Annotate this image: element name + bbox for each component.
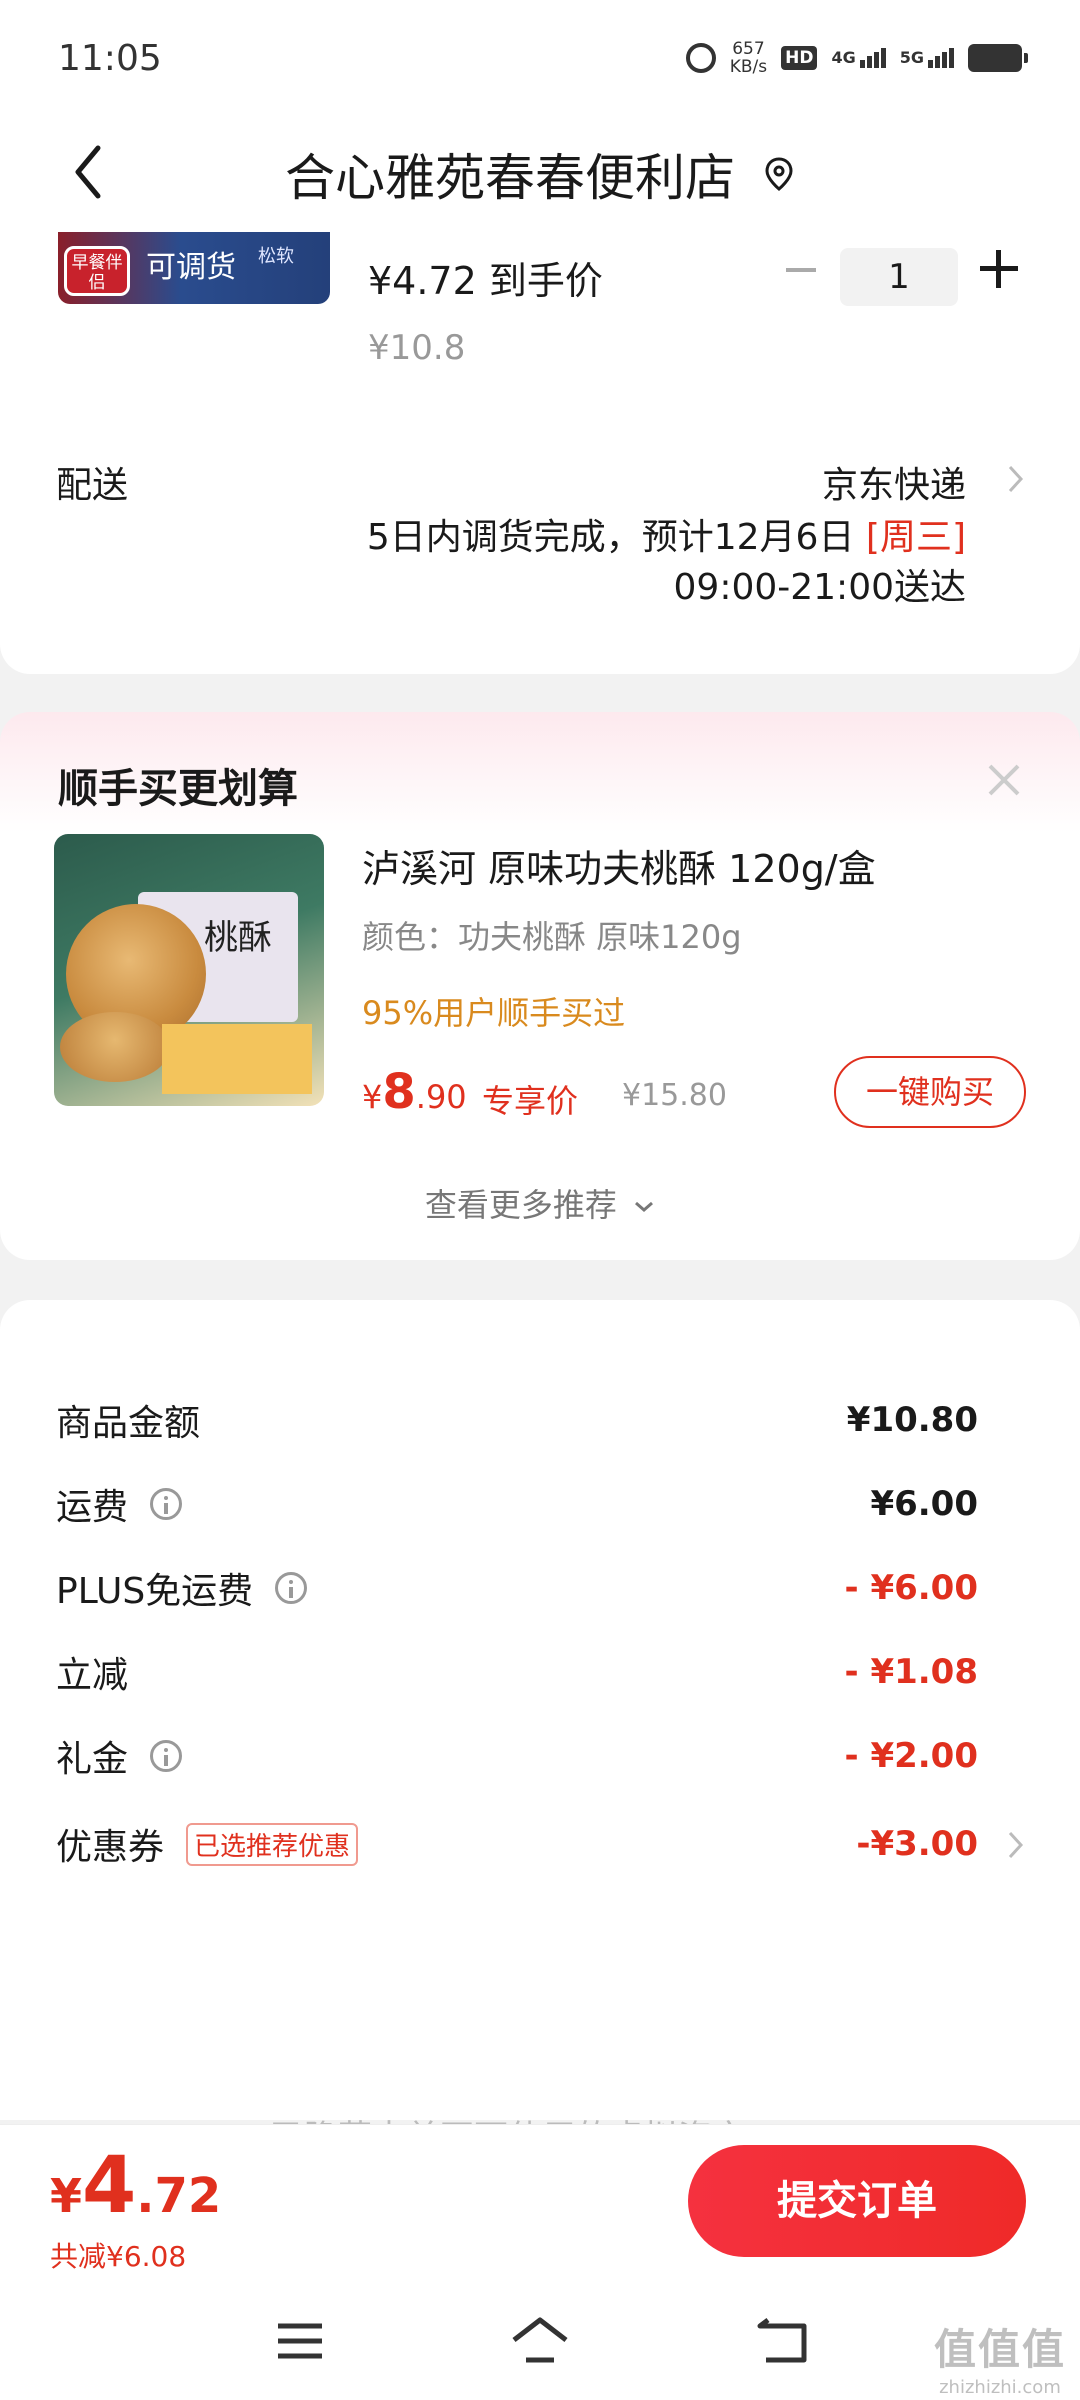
recommended-product-variant: 颜色：功夫桃酥 原味120g [362, 918, 742, 956]
summary-value: - ¥6.00 [844, 1568, 979, 1608]
chevron-right-icon[interactable] [1006, 1830, 1024, 1860]
summary-label: 立减 [56, 1655, 129, 1696]
recommendation-card: 顺手买更划算 桃酥 泸溪河 原味功夫桃酥 120g/盒 颜色：功夫桃酥 原味12… [0, 712, 1080, 1260]
quantity-field[interactable]: 1 [840, 248, 958, 306]
recommended-product-price: ¥8.90 [362, 1064, 467, 1120]
total-saved: 共减¥6.08 [50, 2240, 187, 2273]
speed-value: 657 [732, 39, 765, 59]
total-price: ¥4.72 [50, 2141, 221, 2231]
recommended-product-promo: 95%用户顺手买过 [362, 994, 626, 1032]
coupon-tag: 已选推荐优惠 [186, 1822, 359, 1866]
battery-icon [968, 44, 1028, 72]
decrease-quantity-button[interactable] [780, 248, 822, 290]
store-name: 合心雅苑春春便利店 [285, 149, 735, 207]
chevron-down-icon [635, 1201, 654, 1212]
delivery-weekday: [周三] [865, 517, 966, 558]
summary-row-plus-shipping: PLUS免运费 - ¥6.00 [56, 1558, 978, 1618]
system-nav-bar [0, 2284, 1080, 2400]
summary-row-coupon[interactable]: 优惠券 已选推荐优惠 -¥3.00 [56, 1814, 978, 1874]
more-recommendations-label: 查看更多推荐 [424, 1186, 617, 1224]
home-icon[interactable] [510, 2316, 570, 2366]
status-time: 11:05 [58, 38, 162, 79]
product-thumbnail[interactable]: 早餐伴侣 可调货 松软 [58, 232, 330, 304]
summary-label: 优惠券 [56, 1827, 165, 1868]
recommendation-title: 顺手买更划算 [58, 766, 298, 812]
price-decimal: .90 [415, 1078, 467, 1116]
status-icons: 657 KB/s HD 4G 5G [685, 40, 1028, 76]
summary-value: - ¥2.00 [844, 1736, 979, 1776]
hd-icon: HD [781, 46, 818, 70]
close-icon[interactable] [984, 760, 1024, 800]
info-icon[interactable] [150, 1740, 183, 1772]
info-icon[interactable] [275, 1572, 308, 1604]
net-4g-label: 4G [831, 48, 856, 67]
price-integer: 8 [382, 1064, 416, 1120]
box-text: 桃酥 [204, 918, 272, 958]
member-price-label: 专享价 [482, 1082, 579, 1120]
summary-row-subtotal: 商品金额 ¥10.80 [56, 1390, 978, 1450]
watermark-logo: 值值值 [933, 2325, 1066, 2374]
watermark-url: zhizhizhi.com [939, 2377, 1061, 2398]
network-speed: 657 KB/s [730, 40, 767, 76]
recommended-product-name[interactable]: 泸溪河 原味功夫桃酥 120g/盒 [362, 838, 876, 893]
signal-4g-icon: 4G [831, 48, 886, 68]
more-recommendations-link[interactable]: 查看更多推荐 [0, 1180, 1080, 1226]
cookie [60, 1012, 170, 1082]
one-click-buy-button[interactable]: 一键购买 [834, 1056, 1026, 1128]
summary-value: ¥10.80 [846, 1400, 978, 1440]
total-decimal: .72 [136, 2168, 222, 2224]
thumb-text: 可调货 [146, 250, 236, 285]
watermark: 值值值 zhizhizhi.com [934, 2316, 1066, 2398]
summary-value: -¥3.00 [856, 1824, 978, 1864]
net-5g-label: 5G [899, 48, 924, 67]
chevron-right-icon[interactable] [1006, 464, 1024, 494]
summary-label: 商品金额 [56, 1403, 201, 1444]
status-bar: 11:05 657 KB/s HD 4G 5G [0, 0, 1080, 120]
summary-label: 运费 [56, 1487, 129, 1528]
increase-quantity-button[interactable] [976, 246, 1022, 292]
delivery-time-window: 09:00-21:00送达 [673, 567, 966, 608]
location-pin-icon[interactable] [763, 156, 795, 192]
summary-value: ¥6.00 [870, 1484, 978, 1524]
speed-unit: KB/s [729, 57, 768, 77]
thumb-badge: 早餐伴侣 [64, 246, 130, 296]
page-title: 合心雅苑春春便利店 [0, 138, 1080, 210]
thumb-text-secondary: 松软 [258, 246, 294, 267]
summary-label: PLUS免运费 [56, 1571, 254, 1612]
price-currency: ¥ [362, 1078, 383, 1116]
summary-label: 礼金 [56, 1739, 129, 1780]
summary-value: - ¥1.08 [844, 1652, 979, 1692]
summary-row-shipping: 运费 ¥6.00 [56, 1474, 978, 1534]
original-price: ¥10.8 [368, 328, 466, 368]
info-icon[interactable] [150, 1488, 183, 1520]
alarm-icon [685, 43, 716, 73]
header: 合心雅苑春春便利店 [0, 120, 1080, 232]
order-item-card: 早餐伴侣 可调货 松软 ¥4.72 到手价 ¥10.8 1 配送 京东快递 5日… [0, 232, 1080, 674]
summary-row-gift-money: 礼金 - ¥2.00 [56, 1726, 978, 1786]
delivery-label: 配送 [56, 465, 129, 506]
total-integer: 4 [82, 2141, 137, 2231]
cheese-block [162, 1024, 312, 1094]
menu-icon[interactable] [270, 2316, 330, 2366]
delivery-method[interactable]: 京东快递 [822, 456, 966, 508]
total-currency: ¥ [50, 2169, 83, 2223]
price-summary-card: 商品金额 ¥10.80 运费 ¥6.00 PLUS免运费 - ¥6.00 立减 … [0, 1300, 1080, 2158]
submit-order-button[interactable]: 提交订单 [688, 2145, 1026, 2257]
checkout-bar: ¥4.72 共减¥6.08 提交订单 [0, 2124, 1080, 2284]
summary-row-instant-discount: 立减 - ¥1.08 [56, 1642, 978, 1702]
deal-price: ¥4.72 到手价 [368, 259, 603, 303]
signal-5g-icon: 5G [900, 48, 954, 68]
recommended-product-image[interactable]: 桃酥 [54, 834, 324, 1106]
recommended-original-price: ¥15.80 [622, 1078, 727, 1113]
delivery-estimate: 5日内调货完成，预计12月6日 [周三] [367, 508, 966, 560]
back-nav-icon[interactable] [752, 2316, 812, 2366]
delivery-estimate-text: 5日内调货完成，预计12月6日 [366, 517, 866, 558]
